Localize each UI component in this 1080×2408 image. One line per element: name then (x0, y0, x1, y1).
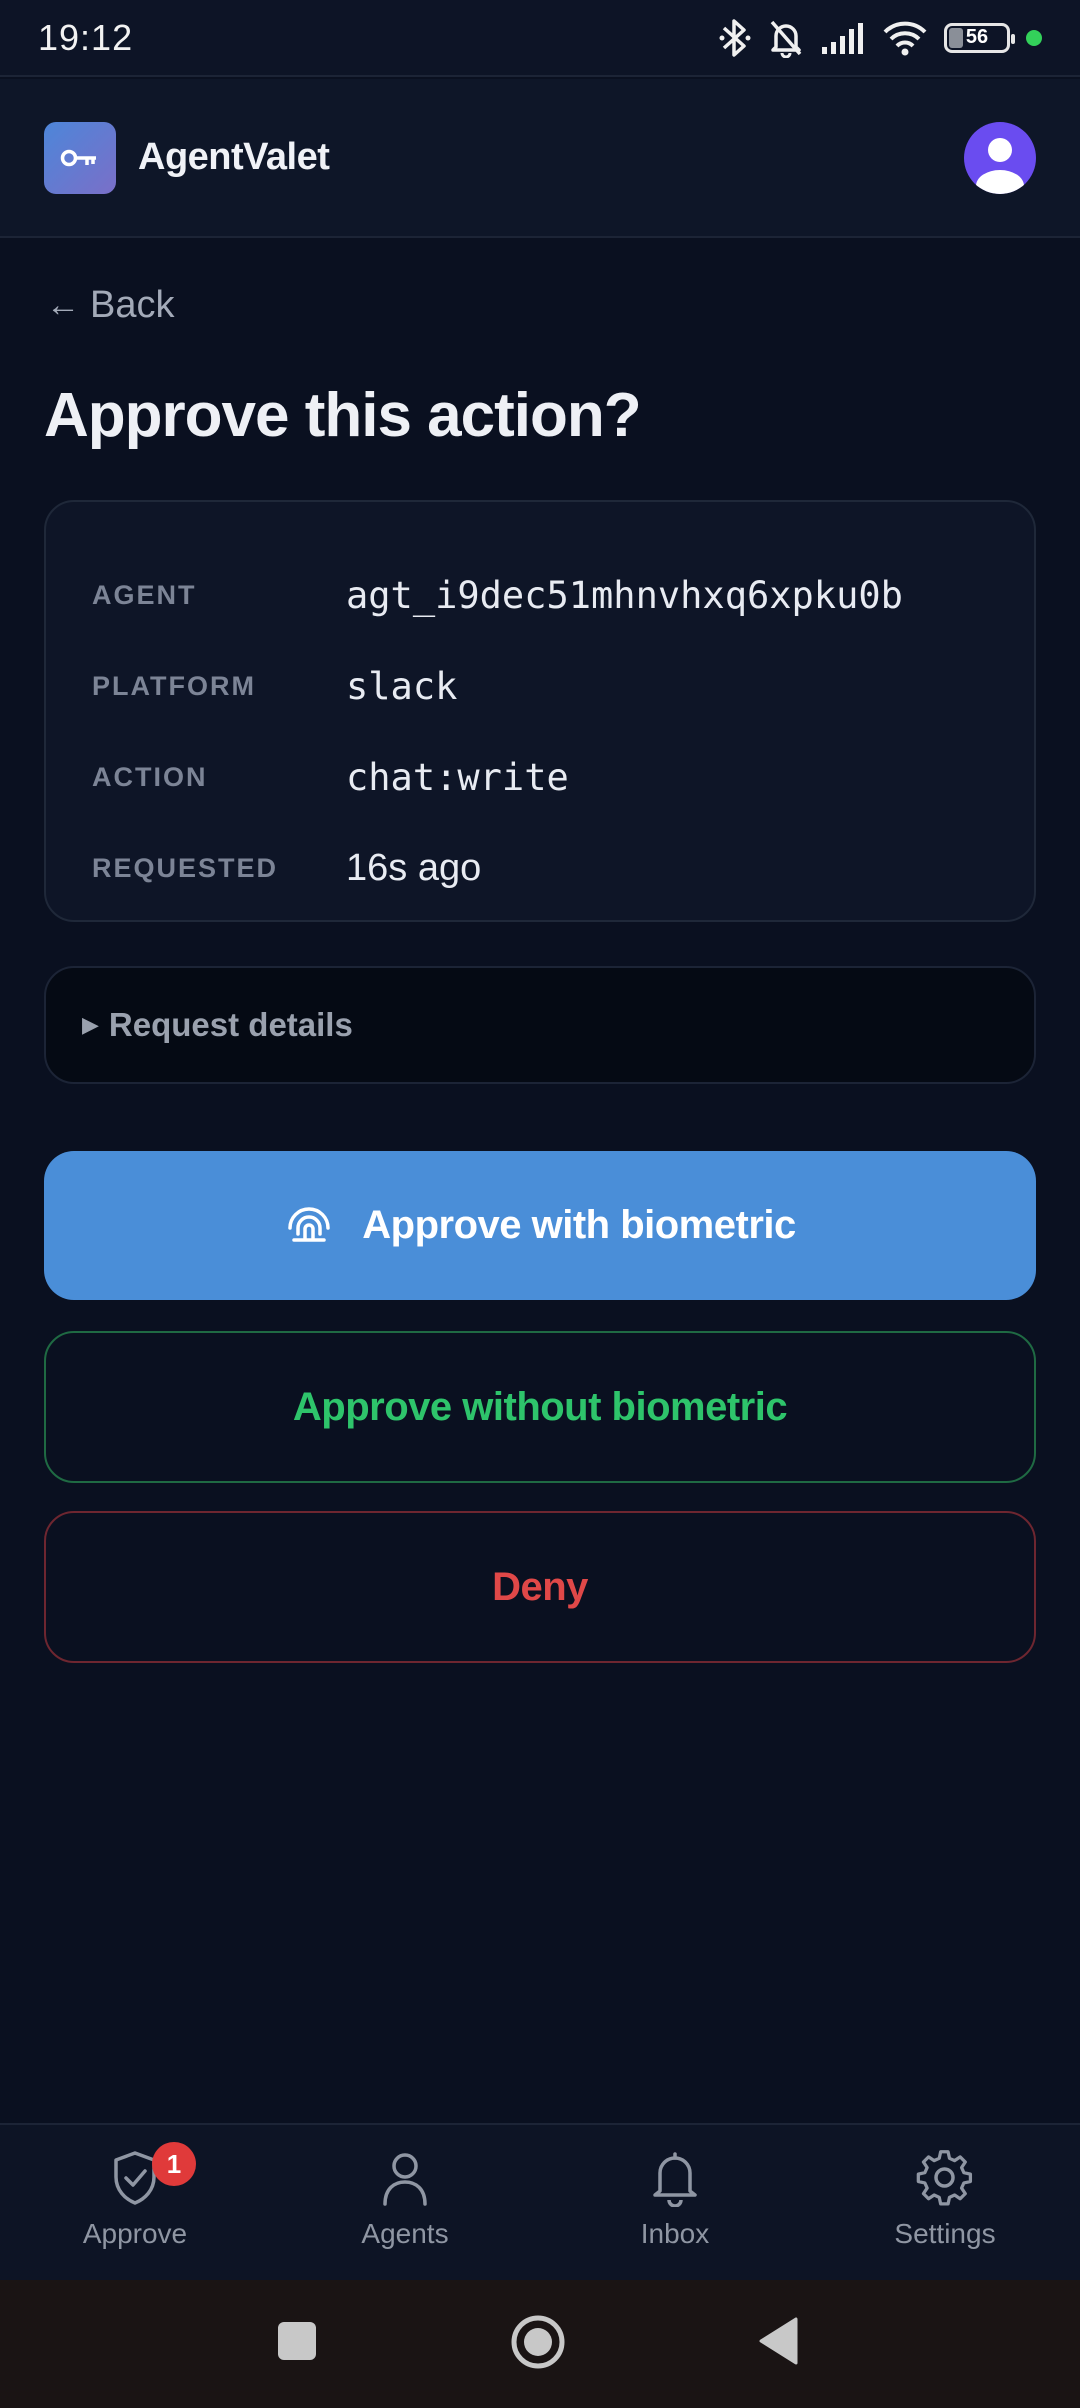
fingerprint-icon (284, 1198, 334, 1254)
nav-label: Settings (894, 2218, 996, 2249)
status-icons: 56 (718, 18, 1042, 58)
bluetooth-icon (718, 18, 752, 58)
circle-home-icon[interactable] (510, 2314, 566, 2375)
nav-label: Agents (361, 2218, 449, 2249)
request-details-label: Request details (108, 1006, 353, 1043)
signal-icon (820, 21, 866, 55)
dot-icon (1026, 29, 1042, 46)
approve-without-biometric-button[interactable]: Approve without biometric (44, 1331, 1036, 1483)
nav-item-approve[interactable]: 1 Approve (0, 2125, 270, 2280)
system-nav-bar (0, 2280, 1080, 2408)
key-icon (44, 121, 116, 194)
info-label: REQUESTED (92, 853, 279, 883)
request-info-card: AGENT agt_i9dec51mhnvhxq6xpku0b PLATFORM… (44, 500, 1036, 922)
request-details-toggle[interactable]: ▶ Request details (44, 966, 1036, 1084)
bottom-nav: 1 Approve Agents Inbox Settings (0, 2123, 1080, 2280)
nav-label: Inbox (640, 2218, 710, 2249)
person-icon (379, 2149, 431, 2214)
agent-id-value: agt_i9dec51mhnvhxq6xpku0b (346, 574, 903, 617)
info-row-requested: REQUESTED 16s ago (92, 823, 988, 914)
info-label: AGENT (92, 580, 197, 610)
deny-button[interactable]: Deny (44, 1511, 1036, 1663)
approve-biometric-label: Approve with biometric (362, 1203, 796, 1247)
nav-label: Approve (82, 2218, 188, 2249)
user-avatar-icon[interactable] (964, 121, 1036, 194)
requested-time-value: 16s ago (346, 847, 482, 889)
status-time: 19:12 (38, 16, 134, 58)
triangle-back-icon[interactable] (758, 2316, 800, 2371)
notification-badge: 1 (152, 2142, 196, 2186)
gear-icon (916, 2149, 974, 2214)
bell-muted-icon (768, 18, 804, 58)
square-recents-icon[interactable] (276, 2320, 318, 2367)
platform-value: slack (346, 665, 458, 708)
brand[interactable]: AgentValet (44, 121, 330, 194)
page-title: Approve this action? (44, 381, 642, 450)
info-row-agent: AGENT agt_i9dec51mhnvhxq6xpku0b (92, 550, 988, 641)
info-row-platform: PLATFORM slack (92, 641, 988, 732)
nav-item-settings[interactable]: Settings (810, 2125, 1080, 2280)
approve-biometric-button[interactable]: Approve with biometric (44, 1151, 1036, 1300)
back-label: Back (90, 284, 175, 326)
battery-icon: 56 (944, 22, 1015, 53)
deny-label: Deny (492, 1564, 588, 1609)
status-bar: 19:12 56 (0, 0, 1080, 77)
nav-item-agents[interactable]: Agents (270, 2125, 540, 2280)
back-link[interactable]: ← Back (46, 284, 174, 327)
info-label: PLATFORM (92, 671, 256, 701)
info-label: ACTION (92, 762, 208, 792)
app-name: AgentValet (138, 136, 330, 178)
nav-item-inbox[interactable]: Inbox (540, 2125, 810, 2280)
app-header: AgentValet (0, 79, 1080, 238)
wifi-icon (882, 20, 928, 56)
approve-without-biometric-label: Approve without biometric (292, 1384, 788, 1429)
action-value: chat:write (346, 756, 569, 799)
bell-icon (649, 2149, 701, 2214)
back-arrow-icon: ← (46, 286, 80, 324)
battery-level: 56 (965, 26, 989, 48)
triangle-right-icon: ▶ (82, 1012, 99, 1037)
info-row-action: ACTION chat:write (92, 732, 988, 823)
